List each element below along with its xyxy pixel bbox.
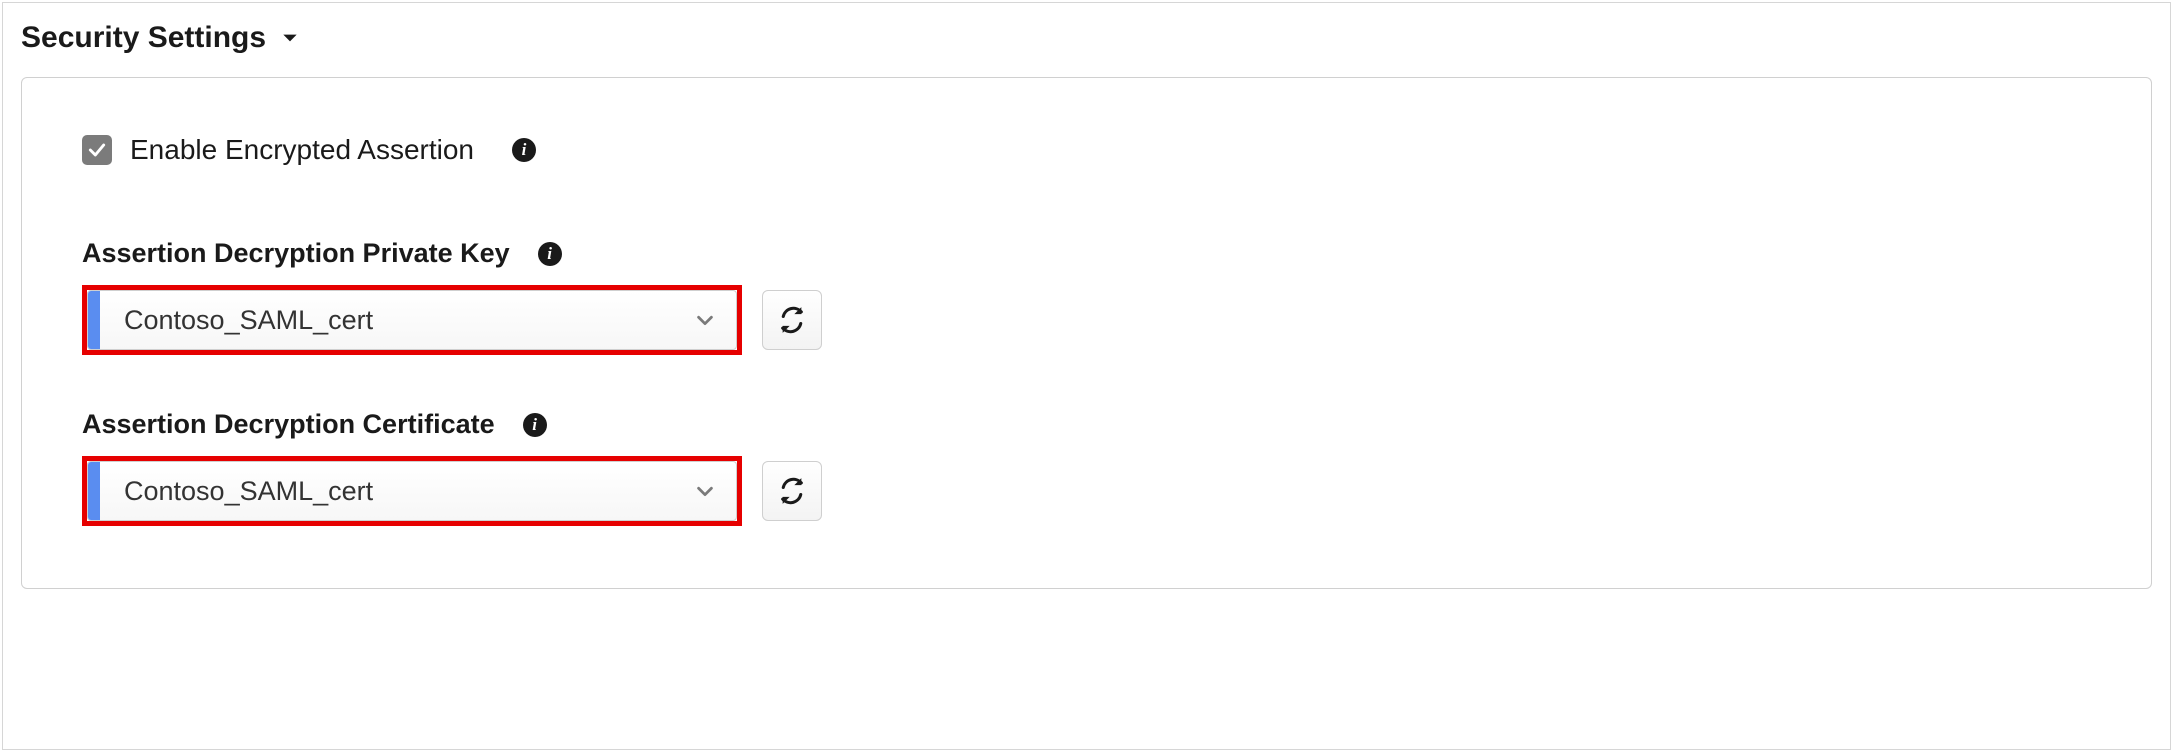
info-icon[interactable]: i <box>512 138 536 162</box>
private-key-refresh-button[interactable] <box>762 290 822 350</box>
private-key-field: Assertion Decryption Private Key i Conto… <box>82 238 2091 355</box>
enable-encrypted-assertion-row: Enable Encrypted Assertion i <box>82 134 2091 166</box>
info-icon[interactable]: i <box>523 413 547 437</box>
certificate-select[interactable]: Contoso_SAML_cert <box>87 461 737 521</box>
chevron-down-icon <box>674 309 736 331</box>
section-header[interactable]: Security Settings <box>21 21 2152 55</box>
private-key-value: Contoso_SAML_cert <box>100 305 674 336</box>
check-icon <box>87 140 107 160</box>
certificate-field: Assertion Decryption Certificate i Conto… <box>82 409 2091 526</box>
certificate-value: Contoso_SAML_cert <box>100 476 674 507</box>
refresh-icon <box>778 477 806 505</box>
private-key-label-row: Assertion Decryption Private Key i <box>82 238 2091 269</box>
highlight-box: Contoso_SAML_cert <box>82 285 742 355</box>
section-title: Security Settings <box>21 21 266 55</box>
select-accent <box>88 462 100 520</box>
certificate-refresh-button[interactable] <box>762 461 822 521</box>
info-icon[interactable]: i <box>538 242 562 266</box>
certificate-label-row: Assertion Decryption Certificate i <box>82 409 2091 440</box>
private-key-select[interactable]: Contoso_SAML_cert <box>87 290 737 350</box>
certificate-label: Assertion Decryption Certificate <box>82 409 495 440</box>
caret-down-icon <box>280 28 300 48</box>
select-accent <box>88 291 100 349</box>
enable-encrypted-assertion-checkbox[interactable] <box>82 135 112 165</box>
private-key-label: Assertion Decryption Private Key <box>82 238 510 269</box>
enable-encrypted-assertion-label: Enable Encrypted Assertion <box>130 134 474 166</box>
security-settings-container: Security Settings Enable Encrypted Asser… <box>2 2 2171 750</box>
private-key-select-row: Contoso_SAML_cert <box>82 285 2091 355</box>
chevron-down-icon <box>674 480 736 502</box>
certificate-select-row: Contoso_SAML_cert <box>82 456 2091 526</box>
settings-panel: Enable Encrypted Assertion i Assertion D… <box>21 77 2152 589</box>
refresh-icon <box>778 306 806 334</box>
highlight-box: Contoso_SAML_cert <box>82 456 742 526</box>
